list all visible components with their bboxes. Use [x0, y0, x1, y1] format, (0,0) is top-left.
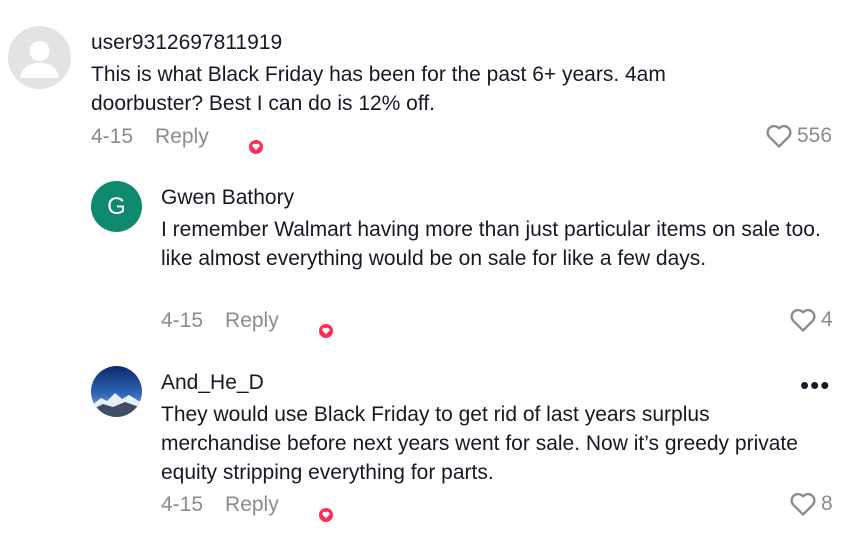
creator-liked-icon [303, 309, 334, 339]
like-button[interactable]: 4 [789, 307, 833, 333]
comment-username[interactable]: user9312697811919 [91, 31, 282, 55]
mountain-photo [91, 366, 142, 417]
comment-date: 4-15 [161, 309, 204, 332]
comment-text: They would use Black Friday to get rid o… [161, 403, 798, 484]
comment-text: This is what Black Friday has been for t… [91, 63, 666, 115]
comment-meta: 4-15 Reply [161, 493, 334, 523]
more-icon[interactable]: ••• [800, 372, 830, 398]
comment-date: 4-15 [161, 493, 204, 516]
heart-outline-icon [766, 124, 792, 148]
comment-text: I remember Walmart having more than just… [161, 218, 821, 270]
like-count: 4 [821, 308, 833, 331]
heart-outline-icon [790, 308, 816, 332]
comment-meta: 4-15 Reply [161, 309, 334, 339]
comment-username[interactable]: And_He_D [161, 371, 264, 395]
like-button[interactable]: 556 [765, 123, 832, 149]
reply-button[interactable]: Reply [155, 125, 209, 149]
avatar-initial: G [107, 192, 126, 220]
comment-meta: 4-15 Reply [91, 125, 264, 155]
reply-button[interactable]: Reply [225, 309, 279, 333]
avatar[interactable] [8, 26, 71, 89]
comment-date: 4-15 [91, 125, 134, 148]
reply-button[interactable]: Reply [225, 493, 279, 517]
default-avatar-icon [20, 41, 59, 78]
avatar[interactable]: G [91, 181, 142, 232]
like-button[interactable]: 8 [789, 491, 833, 517]
avatar[interactable] [91, 366, 142, 417]
like-count: 8 [821, 492, 833, 515]
like-count: 556 [797, 124, 833, 147]
creator-liked-icon [303, 493, 334, 523]
heart-outline-icon [790, 492, 816, 516]
creator-liked-icon [233, 125, 264, 155]
comment-username[interactable]: Gwen Bathory [161, 186, 294, 210]
